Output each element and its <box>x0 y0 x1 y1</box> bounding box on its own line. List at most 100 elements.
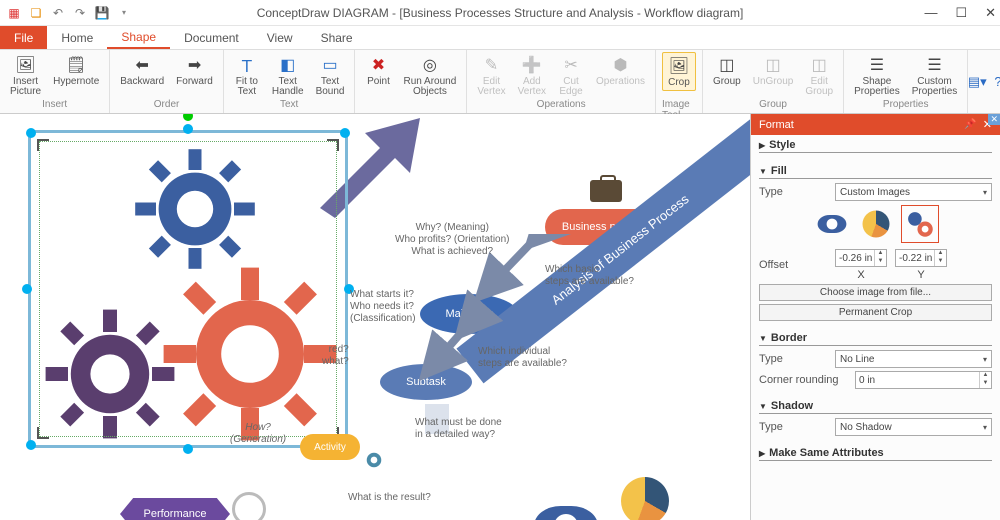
help-icon[interactable]: ?▾ <box>992 73 1000 91</box>
group-label-insert: Insert <box>42 99 67 113</box>
tab-file[interactable]: File <box>0 26 47 49</box>
preview-gears[interactable]: ✕ <box>901 205 939 243</box>
canvas-text-perf: What is the result? <box>348 492 431 504</box>
custom-props-icon: ☰ <box>923 54 945 76</box>
permanent-crop-button[interactable]: Permanent Crop <box>759 304 992 321</box>
run-around-button[interactable]: ◎Run Around Objects <box>399 52 460 99</box>
cut-edge-button: ✂Cut Edge <box>554 52 588 99</box>
runaround-icon: ◎ <box>419 54 441 76</box>
text-bound-button[interactable]: ▭Text Bound <box>312 52 349 99</box>
crop-corner-tr[interactable] <box>327 139 339 151</box>
ribbon-group-imagetool: 🖼Crop Image Tool <box>656 50 703 113</box>
redo-icon[interactable]: ↷ <box>72 5 88 21</box>
undo-icon[interactable]: ↶ <box>50 5 66 21</box>
format-header[interactable]: Format 📌 ✕ <box>751 114 1000 135</box>
sel-handle[interactable] <box>340 128 350 138</box>
sel-handle[interactable] <box>183 444 193 454</box>
ribbon-group-properties: ☰Shape Properties ☰Custom Properties Pro… <box>844 50 968 113</box>
text-handle-button[interactable]: ◧Text Handle <box>268 52 308 99</box>
group-label-properties: Properties <box>883 99 929 113</box>
new-icon[interactable]: ❏ <box>28 5 44 21</box>
section-shadow[interactable]: ▼Shadow <box>759 400 992 414</box>
canvas-text-starts: What starts it? Who needs it? (Classific… <box>350 289 416 325</box>
sel-handle[interactable] <box>22 284 32 294</box>
node-activity[interactable]: Activity <box>300 434 360 460</box>
offset-y-label: Y <box>917 269 924 281</box>
shape-props-icon: ☰ <box>866 54 888 76</box>
sel-handle[interactable] <box>26 440 36 450</box>
minimize-icon[interactable]: — <box>924 5 937 20</box>
save-icon[interactable]: 💾 <box>94 5 110 21</box>
choose-image-button[interactable]: Choose image from file... <box>759 284 992 301</box>
tab-share[interactable]: Share <box>307 26 367 49</box>
section-make-same[interactable]: ▶Make Same Attributes <box>759 447 992 461</box>
add-vertex-button: ➕Add Vertex <box>514 52 550 99</box>
group-button[interactable]: ◫Group <box>709 52 745 89</box>
offset-x-input[interactable]: -0.26 in▲▼ <box>835 249 887 267</box>
section-border[interactable]: ▼Border <box>759 332 992 346</box>
crop-corner-tl[interactable] <box>37 139 49 151</box>
node-performance[interactable]: Performance <box>120 498 230 520</box>
point-button[interactable]: ✖Point <box>361 52 395 89</box>
tab-shape[interactable]: Shape <box>107 26 170 49</box>
menu-tabs: File Home Shape Document View Share <box>0 26 1000 50</box>
section-style[interactable]: ▶Style <box>759 139 992 153</box>
ribbon-group-operations: ✎Edit Vertex ➕Add Vertex ✂Cut Edge ⬢Oper… <box>467 50 656 113</box>
ungroup-button: ◫UnGroup <box>749 52 798 89</box>
preview-eye[interactable] <box>813 205 851 243</box>
pin-icon[interactable]: 📌 <box>964 119 976 130</box>
panels-icon[interactable]: ▤▾ <box>968 73 986 91</box>
shadow-type-combo[interactable]: No Shadow <box>835 418 992 436</box>
text-bound-icon: ▭ <box>319 54 341 76</box>
crop-corner-bl[interactable] <box>37 427 49 439</box>
workspace[interactable]: Business process Main task Subtask Perfo… <box>0 114 750 520</box>
maximize-icon[interactable]: ☐ <box>955 5 967 21</box>
hypernote-button[interactable]: 🗒Hypernote <box>49 52 103 89</box>
preview-pie[interactable] <box>857 205 895 243</box>
tab-view[interactable]: View <box>253 26 307 49</box>
ribbon-group-order: ⬅Backward ➡Forward Order <box>110 50 224 113</box>
fit-to-text-button[interactable]: ＴFit to Text <box>230 52 264 99</box>
edit-vertex-icon: ✎ <box>480 54 502 76</box>
gauge-icon <box>232 492 266 520</box>
group-label-order: Order <box>154 99 180 113</box>
insert-picture-button[interactable]: 🖼Insert Picture <box>6 52 45 99</box>
backward-button[interactable]: ⬅Backward <box>116 52 168 89</box>
border-type-combo[interactable]: No Line <box>835 350 992 368</box>
ribbon-group-text: ＴFit to Text ◧Text Handle ▭Text Bound Te… <box>224 50 356 113</box>
corner-rounding-input[interactable]: 0 in▲▼ <box>855 371 992 389</box>
rotate-handle[interactable] <box>183 114 193 121</box>
canvas-text-act: What must be done in a detailed way? <box>415 417 502 441</box>
add-vertex-icon: ➕ <box>521 54 543 76</box>
edit-group-button: ◫Edit Group <box>801 52 837 99</box>
corner-label: Corner rounding <box>759 374 849 386</box>
tab-document[interactable]: Document <box>170 26 253 49</box>
format-header-label: Format <box>759 119 794 131</box>
cut-edge-icon: ✂ <box>560 54 582 76</box>
crop-button[interactable]: 🖼Crop <box>662 52 696 91</box>
pie-chart-icon <box>621 477 669 520</box>
offset-x-label: X <box>857 269 864 281</box>
operations-icon: ⬢ <box>609 54 631 76</box>
ribbon: 🖼Insert Picture 🗒Hypernote Insert ⬅Backw… <box>0 50 1000 114</box>
canvas[interactable]: Business process Main task Subtask Perfo… <box>0 114 750 520</box>
group-icon: ◫ <box>716 54 738 76</box>
section-fill[interactable]: ▼Fill <box>759 165 992 179</box>
offset-y-input[interactable]: -0.22 in▲▼ <box>895 249 947 267</box>
sel-handle[interactable] <box>26 128 36 138</box>
briefcase-icon <box>590 180 622 202</box>
group-label-imagetool: Image Tool <box>662 99 696 113</box>
qat-dropdown-icon[interactable]: ▾ <box>116 5 132 21</box>
sel-handle[interactable] <box>183 124 193 134</box>
shape-properties-button[interactable]: ☰Shape Properties <box>850 52 904 99</box>
selection-frame[interactable] <box>28 130 348 448</box>
custom-properties-button[interactable]: ☰Custom Properties <box>908 52 962 99</box>
remove-thumb-icon[interactable]: ✕ <box>988 114 1000 125</box>
tab-home[interactable]: Home <box>47 26 107 49</box>
close-icon[interactable]: ✕ <box>985 5 996 21</box>
group-label-group: Group <box>759 99 787 113</box>
shadow-type-label: Type <box>759 421 829 433</box>
forward-button[interactable]: ➡Forward <box>172 52 217 89</box>
fill-type-combo[interactable]: Custom Images <box>835 183 992 201</box>
canvas-text-main: Which basic steps are available? <box>545 264 634 288</box>
